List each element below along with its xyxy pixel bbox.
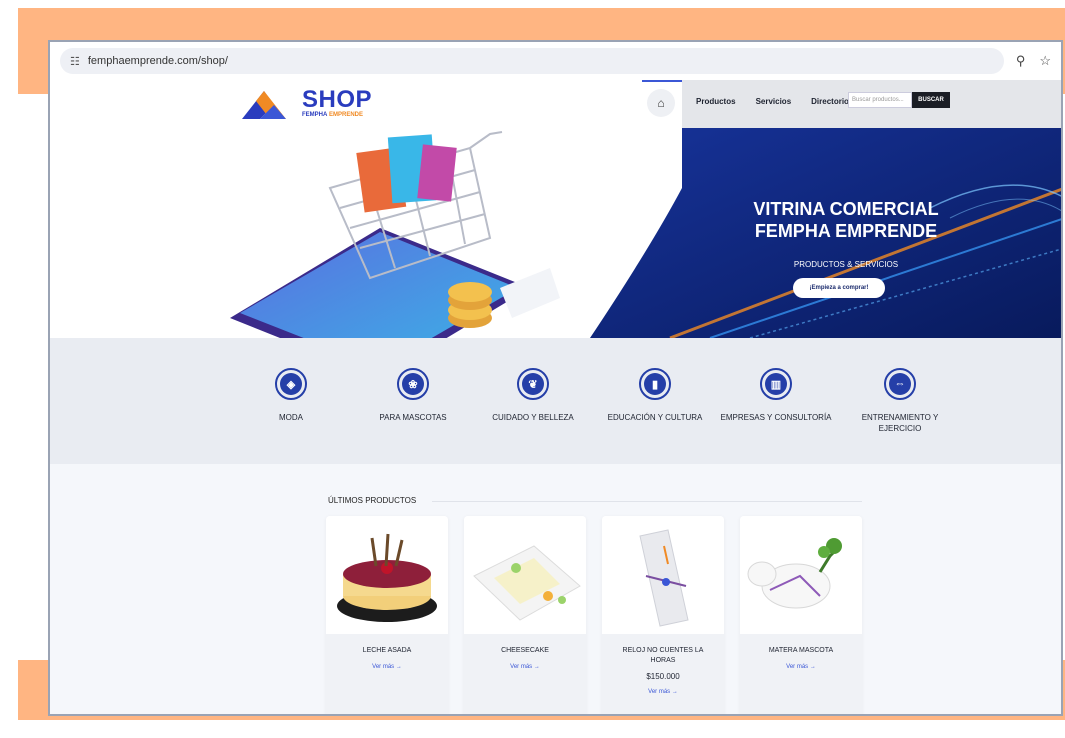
section-title: ÚLTIMOS PRODUCTOS	[328, 496, 417, 505]
main-nav: Productos Servicios Directorio	[696, 97, 849, 106]
active-nav-indicator	[642, 80, 682, 82]
hero-title: VITRINA COMERCIAL FEMPHA EMPRENDE	[753, 199, 939, 241]
category-educacion[interactable]: ▮ EDUCACIÓN Y CULTURA	[595, 368, 715, 423]
star-icon[interactable]: ☆	[1039, 53, 1051, 69]
nav-item-directorio[interactable]: Directorio	[811, 97, 849, 106]
product-card[interactable]: LECHE ASADA Ver más →	[326, 516, 448, 714]
view-more-link[interactable]: Ver más →	[464, 664, 586, 670]
category-empresas[interactable]: ▥ EMPRESAS Y CONSULTORÍA	[716, 368, 836, 423]
product-card[interactable]: RELOJ NO CUENTES LA HORAS $150.000 Ver m…	[602, 516, 724, 714]
home-icon[interactable]: ⌂	[647, 89, 675, 117]
book-icon: ▮	[644, 373, 666, 395]
category-mascotas[interactable]: ❀ PARA MASCOTAS	[353, 368, 473, 423]
product-name[interactable]: CHEESECAKE	[464, 646, 586, 656]
search-input[interactable]: Buscar productos...	[848, 92, 912, 108]
product-card[interactable]: CHEESECAKE Ver más →	[464, 516, 586, 714]
view-more-link[interactable]: Ver más →	[326, 664, 448, 670]
address-bar: ☷ femphaemprende.com/shop/ ⚲ ☆	[50, 42, 1061, 80]
logo-subtext: FEMPHA EMPRENDE	[302, 112, 364, 118]
category-moda[interactable]: ◈ MODA	[231, 368, 351, 423]
logo-text: SHOP	[302, 86, 373, 113]
chart-icon: ▥	[765, 373, 787, 395]
category-strip: ◈ MODA ❀ PARA MASCOTAS ❦ CUIDADO Y BELLE…	[50, 338, 1061, 464]
hero-banner: VITRINA COMERCIAL FEMPHA EMPRENDE PRODUC…	[50, 128, 1061, 338]
paw-icon: ❀	[402, 373, 424, 395]
product-image-reloj[interactable]	[602, 516, 724, 634]
shop-logo[interactable]: SHOP FEMPHA EMPRENDE	[240, 85, 372, 121]
nav-item-servicios[interactable]: Servicios	[756, 97, 792, 106]
search-button[interactable]: BUSCAR	[912, 92, 950, 108]
product-name[interactable]: RELOJ NO CUENTES LA HORAS	[602, 646, 724, 666]
product-name[interactable]: LECHE ASADA	[326, 646, 448, 656]
category-belleza[interactable]: ❦ CUIDADO Y BELLEZA	[473, 368, 593, 423]
category-entrenamiento[interactable]: ⇔ ENTRENAMIENTO Y EJERCICIO	[840, 368, 960, 434]
leaf-icon: ❦	[522, 373, 544, 395]
zoom-icon[interactable]: ⚲	[1016, 53, 1026, 69]
view-more-link[interactable]: Ver más →	[602, 689, 724, 695]
dumbbell-icon: ⇔	[889, 373, 911, 395]
url-text: femphaemprende.com/shop/	[87, 55, 228, 67]
product-name[interactable]: MATERA MASCOTA	[740, 646, 862, 656]
product-image-leche-asada[interactable]	[326, 516, 448, 634]
section-divider	[432, 501, 862, 502]
browser-window: ☷ femphaemprende.com/shop/ ⚲ ☆ SHOP FEMP…	[48, 40, 1063, 716]
search-form: Buscar productos... BUSCAR	[848, 92, 950, 108]
product-card[interactable]: MATERA MASCOTA Ver más →	[740, 516, 862, 714]
tag-icon: ◈	[280, 373, 302, 395]
logo-mark-icon	[242, 91, 286, 119]
product-image-cheesecake[interactable]	[464, 516, 586, 634]
latest-products: ÚLTIMOS PRODUCTOS LECHE ASADA Ver más →	[50, 464, 1061, 714]
product-price: $150.000	[646, 672, 680, 681]
product-image-matera[interactable]	[740, 516, 862, 634]
site-header: SHOP FEMPHA EMPRENDE ⌂ Productos Servici…	[50, 80, 1061, 128]
url-field[interactable]: ☷ femphaemprende.com/shop/	[60, 48, 1004, 74]
start-shopping-button[interactable]: ¡Empieza a comprar!	[793, 278, 885, 298]
view-more-link[interactable]: Ver más →	[740, 664, 862, 670]
nav-item-productos[interactable]: Productos	[696, 97, 736, 106]
hero-subtitle: PRODUCTOS & SERVICIOS	[793, 260, 899, 269]
tune-icon[interactable]: ☷	[70, 55, 80, 68]
